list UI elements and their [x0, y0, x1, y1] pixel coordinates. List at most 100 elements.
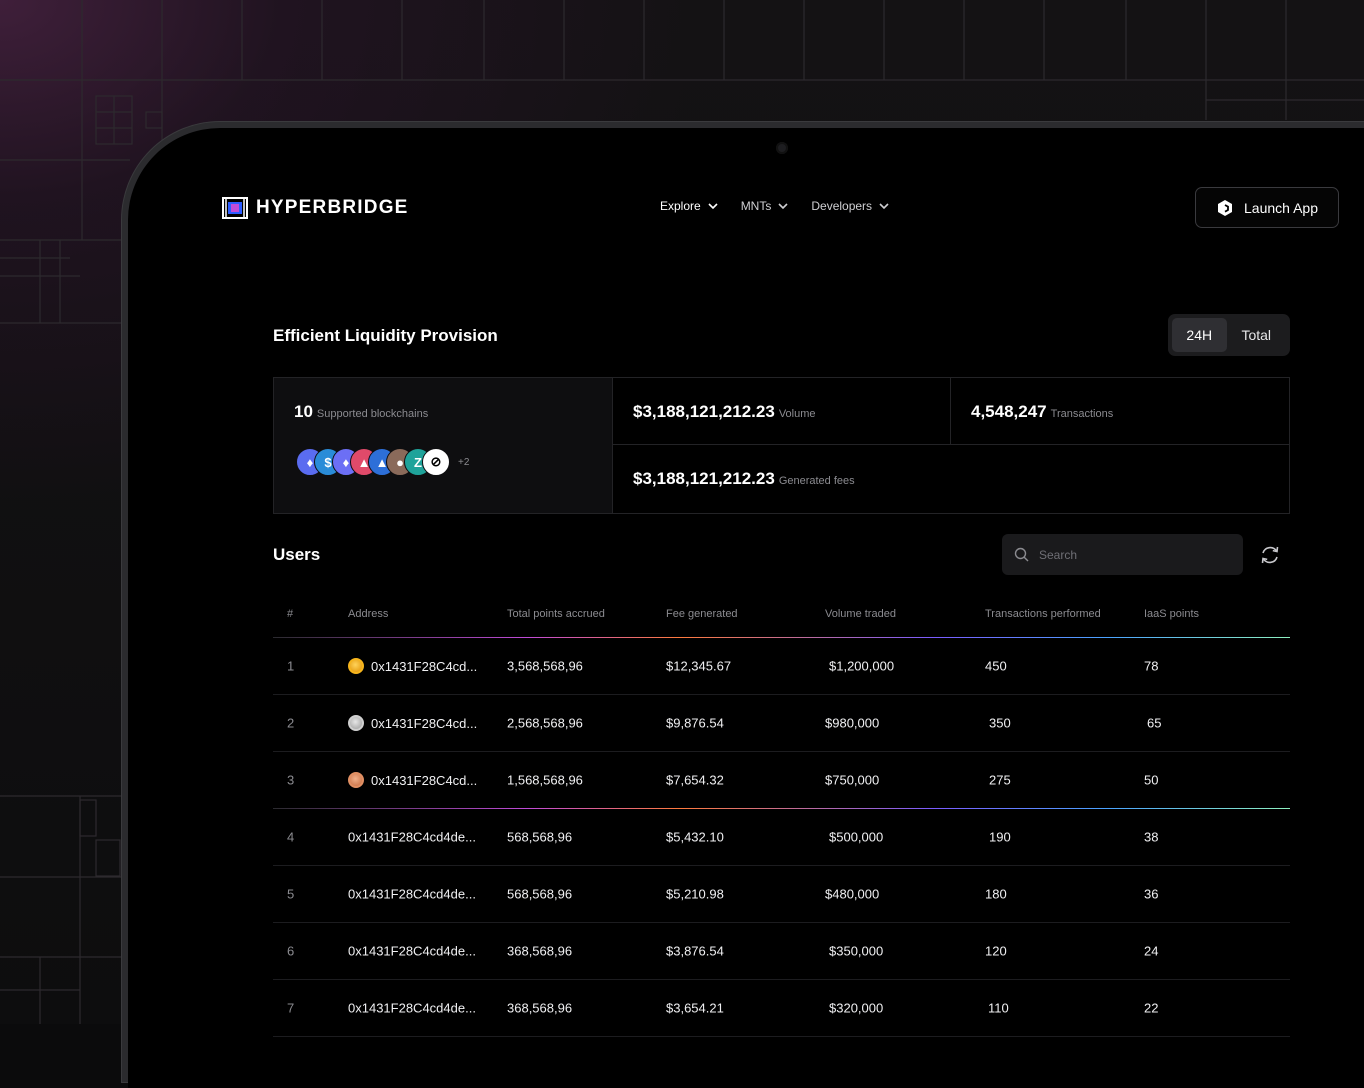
row-volume: $500,000 [829, 829, 884, 845]
row-rank: 1 [287, 658, 295, 674]
transactions-card: 4,548,247 Transactions [951, 378, 1289, 445]
search-input[interactable] [1037, 546, 1231, 563]
chevron-down-icon [879, 203, 889, 210]
col-header-points[interactable]: Total points accrued [507, 608, 605, 620]
nav-label: Explore [660, 199, 701, 213]
toggle-24h[interactable]: 24H [1172, 318, 1227, 352]
row-address[interactable]: 0x1431F28C4cd4de... [348, 944, 476, 959]
launch-app-label: Launch App [1244, 199, 1318, 216]
address-text: 0x1431F28C4cd... [371, 658, 478, 674]
chain-icons: ♦ $ ♦ ▲ ▲ ● Z ⊘ +2 [296, 448, 469, 476]
search-box [1002, 534, 1243, 575]
fees-value: $3,188,121,212.23 [633, 469, 775, 488]
search-icon [1014, 547, 1029, 562]
unichain-icon: ⊘ [422, 448, 450, 476]
col-header-address[interactable]: Address [348, 608, 388, 620]
row-points: 568,568,96 [507, 886, 573, 902]
row-fee: $3,654.21 [666, 1000, 724, 1016]
row-rank: 3 [287, 772, 295, 788]
row-volume: $350,000 [829, 943, 884, 959]
nav-mnts[interactable]: MNTs [741, 199, 790, 213]
row-iaas: 50 [1144, 772, 1159, 788]
row-transactions: 275 [989, 772, 1011, 788]
col-header-transactions[interactable]: Transactions performed [985, 608, 1101, 620]
address-text: 0x1431F28C4cd... [371, 715, 478, 731]
main-nav: Explore MNTs Developers [660, 199, 890, 213]
row-fee: $12,345.67 [666, 658, 732, 674]
nav-label: MNTs [740, 199, 772, 213]
silver-medal-icon [348, 715, 364, 731]
row-rank: 6 [287, 943, 295, 959]
nav-developers[interactable]: Developers [811, 199, 890, 213]
table-row[interactable]: 3 0x1431F28C4cd... 1,568,568,96 $7,654.3… [273, 752, 1290, 808]
col-header-volume[interactable]: Volume traded [825, 608, 896, 620]
address-text: 0x1431F28C4cd... [371, 772, 478, 788]
row-rank: 2 [287, 715, 295, 731]
row-transactions: 110 [988, 1000, 1009, 1016]
row-iaas: 38 [1144, 829, 1159, 845]
row-volume: $980,000 [825, 715, 880, 731]
row-volume: $480,000 [825, 886, 880, 902]
table-row[interactable]: 4 0x1431F28C4cd4de... 568,568,96 $5,432.… [273, 809, 1290, 866]
row-iaas: 22 [1144, 1000, 1159, 1016]
row-address[interactable]: 0x1431F28C4cd... [348, 772, 477, 788]
col-header-rank[interactable]: # [287, 608, 293, 620]
bronze-medal-icon [348, 772, 364, 788]
row-transactions: 120 [985, 943, 1007, 959]
row-points: 568,568,96 [507, 829, 573, 845]
col-header-fee[interactable]: Fee generated [666, 608, 738, 620]
supported-chains-card: 10 Supported blockchains ♦ $ ♦ ▲ ▲ ● Z ⊘… [274, 378, 613, 513]
row-volume: $320,000 [829, 1000, 884, 1016]
row-address[interactable]: 0x1431F28C4cd... [348, 715, 477, 731]
table-row[interactable]: 2 0x1431F28C4cd... 2,568,568,96 $9,876.5… [273, 695, 1290, 752]
section-title: Efficient Liquidity Provision [273, 326, 498, 345]
row-address[interactable]: 0x1431F28C4cd4de... [348, 1001, 476, 1016]
hexagon-logo-icon [1218, 199, 1233, 216]
nav-explore[interactable]: Explore [660, 199, 719, 213]
row-iaas: 36 [1144, 886, 1159, 902]
row-rank: 5 [287, 886, 295, 902]
users-title: Users [273, 545, 321, 564]
row-rank: 7 [287, 1000, 295, 1016]
table-row[interactable]: 6 0x1431F28C4cd4de... 368,568,96 $3,876.… [273, 923, 1290, 980]
row-fee: $3,876.54 [666, 943, 724, 959]
fees-label: Generated fees [778, 475, 855, 487]
camera-icon [776, 142, 788, 154]
row-fee: $9,876.54 [666, 715, 724, 731]
row-transactions: 450 [985, 658, 1007, 674]
table-row[interactable]: 7 0x1431F28C4cd4de... 368,568,96 $3,654.… [273, 980, 1290, 1037]
chevron-down-icon [708, 203, 718, 210]
row-volume: $1,200,000 [829, 658, 895, 674]
row-volume: $750,000 [825, 772, 880, 788]
users-table: # Address Total points accrued Fee gener… [273, 590, 1290, 1037]
col-header-iaas[interactable]: IaaS points [1144, 608, 1199, 620]
transactions-value: 4,548,247 [971, 402, 1047, 421]
row-points: 368,568,96 [507, 943, 573, 959]
volume-label: Volume [778, 408, 816, 420]
row-iaas: 65 [1147, 715, 1162, 731]
hyperbridge-logo-icon [222, 197, 248, 219]
gold-medal-icon [348, 658, 364, 674]
refresh-icon[interactable] [1259, 544, 1281, 566]
stats-panel: 10 Supported blockchains ♦ $ ♦ ▲ ▲ ● Z ⊘… [273, 377, 1290, 514]
row-address[interactable]: 0x1431F28C4cd4de... [348, 887, 476, 902]
fees-card: $3,188,121,212.23 Generated fees [613, 445, 1289, 513]
table-row[interactable]: 5 0x1431F28C4cd4de... 568,568,96 $5,210.… [273, 866, 1290, 923]
brand-name: HYPERBRIDGE [256, 197, 409, 218]
toggle-total[interactable]: Total [1227, 318, 1286, 352]
row-address[interactable]: 0x1431F28C4cd4de... [348, 830, 476, 845]
volume-value: $3,188,121,212.23 [633, 402, 775, 421]
row-transactions: 190 [989, 829, 1011, 845]
chains-label: Supported blockchains [316, 408, 429, 420]
brand-logo[interactable]: HYPERBRIDGE [222, 195, 409, 221]
chains-count: 10 [294, 402, 313, 421]
row-points: 1,568,568,96 [507, 772, 583, 788]
row-fee: $5,432.10 [666, 829, 724, 845]
launch-app-button[interactable]: Launch App [1195, 187, 1339, 228]
row-fee: $5,210.98 [666, 886, 724, 902]
row-points: 3,568,568,96 [507, 658, 583, 674]
row-address[interactable]: 0x1431F28C4cd... [348, 658, 477, 674]
row-points: 2,568,568,96 [507, 715, 583, 731]
transactions-label: Transactions [1050, 408, 1114, 420]
table-row[interactable]: 1 0x1431F28C4cd... 3,568,568,96 $12,345.… [273, 638, 1290, 695]
